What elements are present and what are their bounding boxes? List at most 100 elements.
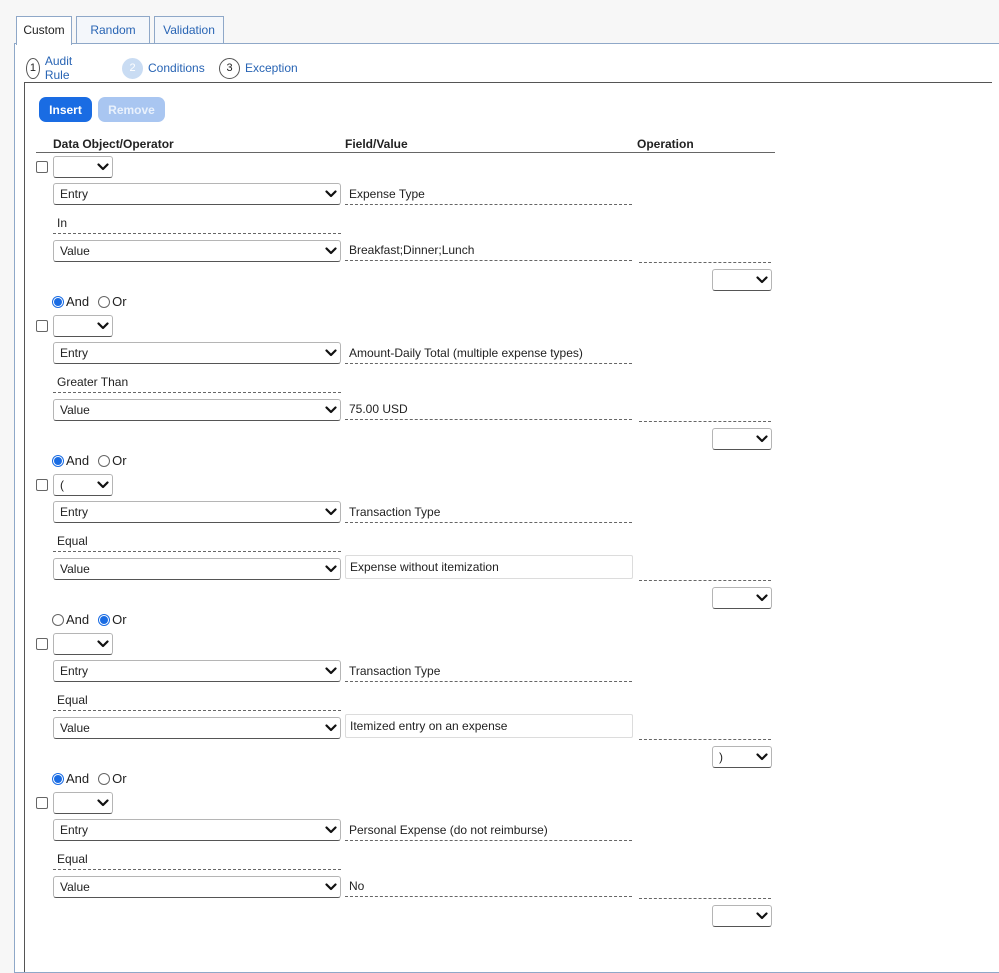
close-paren-select[interactable] xyxy=(712,269,772,291)
open-paren-select[interactable] xyxy=(53,315,113,337)
left-operand-type-select[interactable]: Entry xyxy=(53,501,341,523)
open-paren-select[interactable] xyxy=(53,792,113,814)
open-paren-select[interactable] xyxy=(53,633,113,655)
step-conditions[interactable]: 2 Conditions xyxy=(122,57,205,79)
or-radio[interactable] xyxy=(98,772,111,785)
left-operand-type-select[interactable]: Entry xyxy=(53,660,341,682)
chevron-down-icon xyxy=(756,594,768,602)
or-radio[interactable] xyxy=(98,454,111,467)
condition-row: Entry Expense Type In Value Breakfast;Dinner… xyxy=(0,155,999,314)
right-operand-type-value: Value xyxy=(60,562,90,576)
connector-radio-group: And Or xyxy=(52,294,136,309)
chevron-down-icon xyxy=(325,826,337,834)
field-name[interactable]: Transaction Type xyxy=(345,503,632,523)
left-operand-type-value: Entry xyxy=(60,505,89,519)
operation-field[interactable] xyxy=(639,720,771,740)
condition-checkbox[interactable] xyxy=(36,638,48,650)
chevron-down-icon xyxy=(325,349,337,357)
column-header-field-value: Field/Value xyxy=(345,137,408,151)
condition-row: ( Entry Transaction Type Equal Value Expense … xyxy=(0,473,999,632)
right-operand-type-select[interactable]: Value xyxy=(53,717,341,739)
close-paren-select[interactable]: ) xyxy=(712,746,772,768)
chevron-down-icon xyxy=(97,481,109,489)
operator-field[interactable]: In xyxy=(53,214,341,234)
operation-field[interactable] xyxy=(639,561,771,581)
open-paren-select[interactable] xyxy=(53,156,113,178)
value-input[interactable]: Itemized entry on an expense xyxy=(345,714,633,738)
close-paren-select[interactable] xyxy=(712,428,772,450)
field-name[interactable]: Amount-Daily Total (multiple expense typ… xyxy=(345,344,632,364)
right-operand-type-select[interactable]: Value xyxy=(53,558,341,580)
tab-custom[interactable]: Custom xyxy=(16,16,72,45)
field-name[interactable]: Transaction Type xyxy=(345,662,632,682)
or-radio[interactable] xyxy=(98,295,111,308)
left-operand-type-select[interactable]: Entry xyxy=(53,819,341,841)
operation-field[interactable] xyxy=(639,879,771,899)
operation-field[interactable] xyxy=(639,402,771,422)
condition-checkbox[interactable] xyxy=(36,479,48,491)
or-radio[interactable] xyxy=(98,613,111,626)
chevron-down-icon xyxy=(756,435,768,443)
right-operand-type-value: Value xyxy=(60,880,90,894)
left-operand-type-select[interactable]: Entry xyxy=(53,342,341,364)
or-radio-label: Or xyxy=(112,453,127,468)
chevron-down-icon xyxy=(325,190,337,198)
or-radio-label: Or xyxy=(112,612,127,627)
value-field[interactable]: 75.00 USD xyxy=(345,400,632,420)
left-operand-type-value: Entry xyxy=(60,187,89,201)
open-paren-select[interactable]: ( xyxy=(53,474,113,496)
field-name[interactable]: Expense Type xyxy=(345,185,632,205)
right-operand-type-select[interactable]: Value xyxy=(53,240,341,262)
value-field[interactable]: No xyxy=(345,877,632,897)
tab-random[interactable]: Random xyxy=(76,16,150,44)
column-header-operation: Operation xyxy=(637,137,694,151)
operation-field[interactable] xyxy=(639,243,771,263)
and-radio[interactable] xyxy=(52,772,64,785)
right-operand-type-value: Value xyxy=(60,721,90,735)
value-field[interactable]: Breakfast;Dinner;Lunch xyxy=(345,241,632,261)
right-operand-type-select[interactable]: Value xyxy=(53,399,341,421)
and-radio[interactable] xyxy=(52,454,64,467)
step-number: 3 xyxy=(219,57,240,79)
value-input[interactable]: Expense without itemization xyxy=(345,555,633,579)
right-operand-type-value: Value xyxy=(60,403,90,417)
operator-field[interactable]: Equal xyxy=(53,691,341,711)
insert-button[interactable]: Insert xyxy=(39,97,92,122)
and-radio-label: And xyxy=(66,771,90,786)
condition-checkbox[interactable] xyxy=(36,320,48,332)
chevron-down-icon xyxy=(97,163,109,171)
chevron-down-icon xyxy=(756,276,768,284)
left-operand-type-select[interactable]: Entry xyxy=(53,183,341,205)
operator-field[interactable]: Equal xyxy=(53,532,341,552)
step-label: Audit Rule xyxy=(44,54,73,82)
close-paren-select[interactable] xyxy=(712,587,772,609)
chevron-down-icon xyxy=(325,667,337,675)
operator-field[interactable]: Greater Than xyxy=(53,373,341,393)
chevron-down-icon xyxy=(325,724,337,732)
close-paren-select[interactable] xyxy=(712,905,772,927)
field-name[interactable]: Personal Expense (do not reimburse) xyxy=(345,821,632,841)
step-audit-rule[interactable]: 1 Audit Rule xyxy=(26,54,79,82)
and-radio[interactable] xyxy=(52,613,64,626)
condition-row: Entry Personal Expense (do not reimburse)… xyxy=(0,791,999,950)
close-paren-value: ) xyxy=(719,750,723,764)
chevron-down-icon xyxy=(325,406,337,414)
chevron-down-icon xyxy=(325,508,337,516)
and-radio[interactable] xyxy=(52,295,64,308)
or-radio-label: Or xyxy=(112,294,127,309)
condition-checkbox[interactable] xyxy=(36,797,48,809)
left-operand-type-value: Entry xyxy=(60,346,89,360)
right-operand-type-select[interactable]: Value xyxy=(53,876,341,898)
tab-validation[interactable]: Validation xyxy=(154,16,224,44)
remove-button[interactable]: Remove xyxy=(98,97,165,122)
condition-row: Entry Amount-Daily Total (multiple expens… xyxy=(0,314,999,473)
step-label: Exception xyxy=(245,61,298,75)
condition-row: Entry Transaction Type Equal Value Itemized … xyxy=(0,632,999,791)
chevron-down-icon xyxy=(97,322,109,330)
connector-radio-group: And Or xyxy=(52,453,136,468)
operator-field[interactable]: Equal xyxy=(53,850,341,870)
step-exception[interactable]: 3 Exception xyxy=(219,57,298,79)
connector-radio-group: And Or xyxy=(52,612,136,627)
header-divider xyxy=(36,152,775,153)
condition-checkbox[interactable] xyxy=(36,161,48,173)
